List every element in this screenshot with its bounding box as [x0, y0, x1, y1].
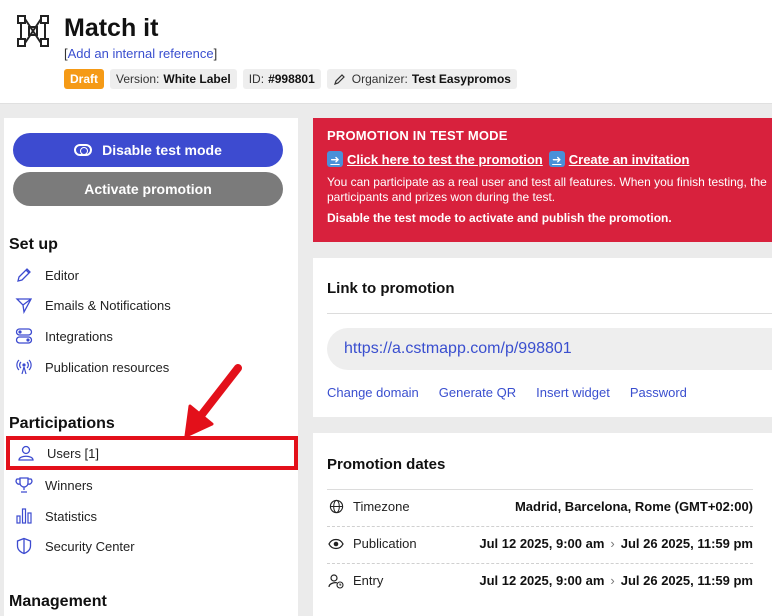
sidebar-item-label: Statistics	[45, 508, 98, 524]
toggles-icon	[13, 325, 35, 347]
sidebar-item-label: Emails & Notifications	[45, 297, 171, 313]
activate-promotion-button[interactable]: Activate promotion	[13, 172, 283, 206]
sidebar-item-label: Publication resources	[45, 359, 170, 375]
pencil-icon	[333, 73, 345, 85]
match-game-icon	[17, 15, 49, 47]
publication-start: Jul 12 2025, 9:00 am	[479, 536, 605, 551]
disable-test-mode-button[interactable]: Disable test mode	[13, 133, 283, 167]
id-badge: ID: #998801	[242, 69, 321, 89]
alert-strong-text: Disable the test mode to activate and pu…	[327, 211, 672, 225]
participations-section-title: Participations	[9, 415, 115, 432]
sidebar-item-editor[interactable]: Editor	[4, 260, 298, 290]
ref-close-bracket: ]	[213, 46, 218, 61]
timezone-row: Timezone Madrid, Barcelona, Rome (GMT+02…	[327, 488, 753, 525]
id-value: #998801	[268, 72, 315, 86]
internal-reference: [Add an internal reference]	[64, 46, 217, 61]
chevron-right-icon: ›	[610, 536, 615, 551]
sidebar: Disable test mode Activate promotion Set…	[4, 118, 298, 616]
entry-row: Entry Jul 12 2025, 9:00 am › Jul 26 2025…	[327, 562, 753, 599]
publication-label: Publication	[353, 536, 417, 551]
sidebar-item-label: Users [1]	[47, 445, 100, 461]
entry-label: Entry	[353, 573, 384, 588]
alert-links: ➜ Click here to test the promotion ➜ Creat…	[327, 151, 772, 167]
test-promotion-link[interactable]: ➜ Click here to test the promotion	[327, 151, 543, 167]
shield-icon	[13, 535, 35, 557]
sidebar-item-integrations[interactable]: Integrations	[4, 321, 298, 351]
password-link[interactable]: Password	[630, 385, 687, 400]
toggle-icon	[74, 144, 93, 156]
sidebar-item-label: Integrations	[45, 328, 113, 344]
add-internal-reference-link[interactable]: Add an internal reference	[68, 46, 214, 61]
id-label: ID:	[248, 72, 265, 86]
setup-section-title: Set up	[9, 236, 58, 253]
sidebar-item-label: Security Center	[45, 538, 135, 554]
broadcast-icon	[13, 356, 35, 378]
test-promotion-label: Click here to test the promotion	[347, 151, 543, 167]
chevron-right-icon: ›	[610, 573, 615, 588]
management-section-title: Management	[9, 593, 107, 610]
promotion-url[interactable]: https://a.cstmapp.com/p/998801	[327, 328, 772, 370]
dates-card-title: Promotion dates	[327, 456, 446, 473]
alert-title: PROMOTION IN TEST MODE	[327, 128, 508, 143]
bar-chart-icon	[13, 505, 35, 527]
link-actions: Change domain Generate QR Insert widget …	[327, 385, 687, 400]
link-card-title: Link to promotion	[327, 280, 455, 297]
disable-test-mode-label: Disable test mode	[102, 142, 222, 158]
status-badge: Draft	[64, 69, 105, 89]
sidebar-item-label: Winners	[45, 477, 93, 493]
sidebar-item-users[interactable]: Users [1]	[6, 436, 298, 470]
badge-row: Draft Version: White Label ID: #998801 Org…	[64, 69, 517, 89]
version-value: White Label	[163, 72, 231, 86]
sidebar-item-publication-resources[interactable]: Publication resources	[4, 352, 298, 382]
generate-qr-link[interactable]: Generate QR	[439, 385, 516, 400]
arrow-right-icon: ➜	[548, 151, 565, 167]
change-domain-link[interactable]: Change domain	[327, 385, 419, 400]
trophy-icon	[13, 474, 35, 496]
timezone-label: Timezone	[353, 499, 410, 514]
alert-description: You can participate as a real user and t…	[327, 175, 767, 204]
publication-range: Jul 12 2025, 9:00 am › Jul 26 2025, 11:5…	[479, 536, 753, 551]
sidebar-item-statistics[interactable]: Statistics	[4, 501, 298, 531]
organizer-value: Test Easypromos	[411, 72, 511, 86]
user-clock-icon	[327, 572, 345, 590]
organizer-label: Organizer:	[351, 72, 408, 86]
sidebar-item-emails-notifications[interactable]: Emails & Notifications	[4, 290, 298, 320]
create-invitation-label: Create an invitation	[568, 151, 690, 167]
paper-plane-icon	[13, 294, 35, 316]
test-mode-alert: PROMOTION IN TEST MODE ➜ Click here to te…	[313, 118, 772, 242]
entry-end: Jul 26 2025, 11:59 pm	[620, 573, 753, 588]
user-icon	[15, 442, 37, 464]
divider	[327, 313, 772, 314]
sidebar-item-label: Editor	[45, 267, 79, 283]
pencil-icon	[13, 264, 35, 286]
organizer-badge[interactable]: Organizer: Test Easypromos	[326, 69, 517, 89]
publication-end: Jul 26 2025, 11:59 pm	[620, 536, 753, 551]
entry-range: Jul 12 2025, 9:00 am › Jul 26 2025, 11:5…	[479, 573, 753, 588]
activate-promotion-label: Activate promotion	[84, 181, 212, 197]
timezone-value: Madrid, Barcelona, Rome (GMT+02:00)	[514, 499, 753, 514]
promotion-dates-card: Promotion dates Timezone Madrid, Barcelo…	[313, 433, 772, 616]
sidebar-item-security-center[interactable]: Security Center	[4, 531, 298, 561]
publication-row: Publication Jul 12 2025, 9:00 am › Jul 2…	[327, 525, 753, 562]
globe-icon	[327, 498, 345, 516]
sidebar-item-winners[interactable]: Winners	[4, 470, 298, 500]
annotation-arrow-icon	[184, 364, 242, 438]
version-label: Version:	[116, 72, 160, 86]
entry-start: Jul 12 2025, 9:00 am	[479, 573, 605, 588]
promotion-header: Match it [Add an internal reference] Dra…	[0, 0, 772, 104]
link-to-promotion-card: Link to promotion https://a.cstmapp.com/…	[313, 258, 772, 417]
page-title: Match it	[64, 14, 159, 42]
version-badge: Version: White Label	[110, 69, 237, 89]
eye-icon	[327, 535, 345, 553]
arrow-right-icon: ➜	[327, 151, 343, 167]
create-invitation-link[interactable]: ➜ Create an invitation	[548, 151, 690, 167]
insert-widget-link[interactable]: Insert widget	[536, 385, 610, 400]
